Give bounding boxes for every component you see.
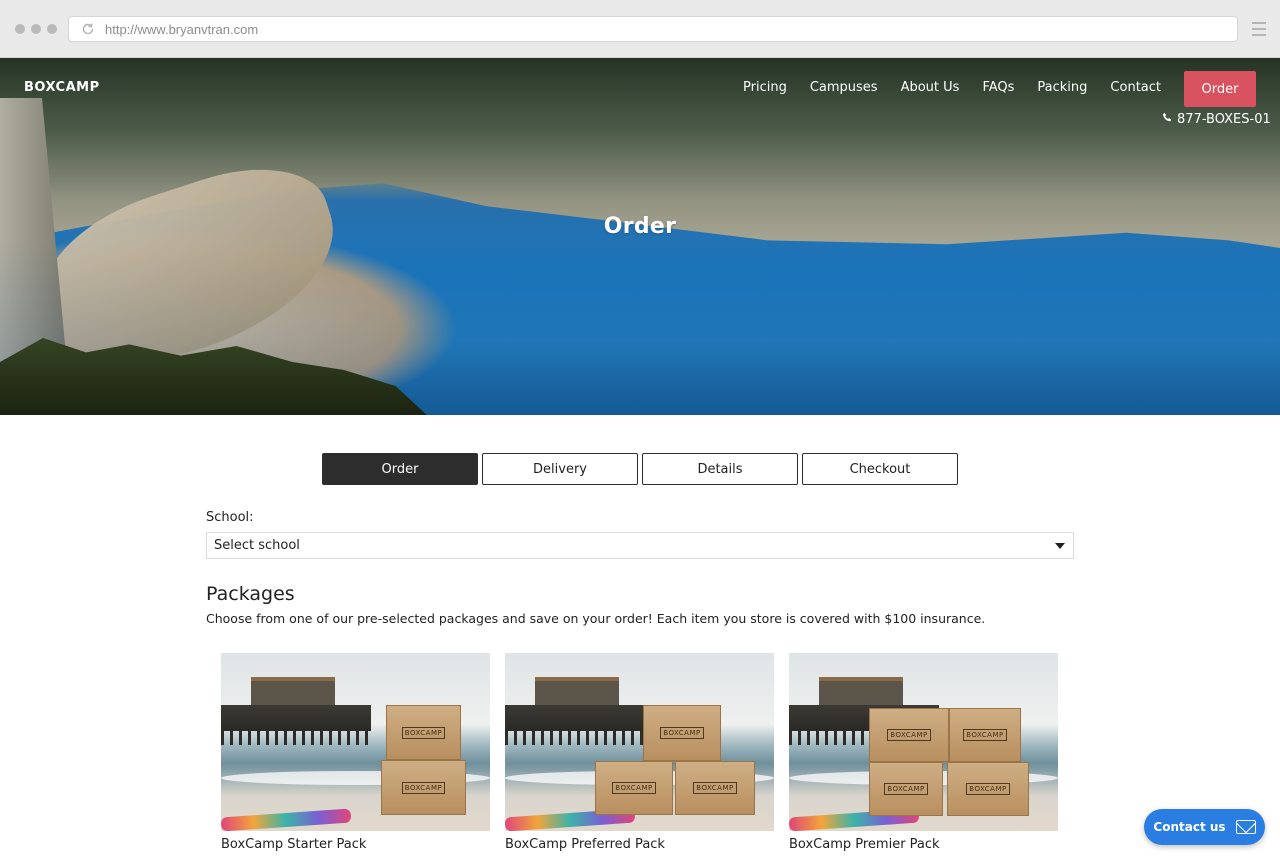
step-delivery[interactable]: Delivery — [482, 453, 638, 485]
package-name[interactable]: BoxCamp Preferred Pack — [505, 837, 774, 852]
order-button[interactable]: Order — [1184, 71, 1256, 107]
package-image[interactable]: BOXCAMP BOXCAMP BOXCAMP — [505, 653, 774, 831]
school-label: School: — [206, 510, 254, 525]
main-nav: Pricing Campuses About Us FAQs Packing C… — [743, 80, 1161, 95]
order-steps: Order Delivery Details Checkout — [322, 453, 958, 485]
package-name[interactable]: BoxCamp Premier Pack — [789, 837, 1058, 852]
packages-description: Choose from one of our pre-selected pack… — [206, 611, 986, 626]
nav-packing[interactable]: Packing — [1037, 80, 1087, 95]
box-label: BOXCAMP — [966, 783, 1010, 795]
box-label: BOXCAMP — [963, 729, 1007, 741]
phone-link[interactable]: 877-BOXES-01 — [1162, 112, 1271, 127]
school-select[interactable]: Select school — [206, 532, 1074, 559]
box-label: BOXCAMP — [660, 727, 704, 739]
window-minimize-dot[interactable] — [31, 24, 41, 34]
box-label: BOXCAMP — [612, 782, 656, 794]
page-title: Order — [603, 214, 677, 239]
box-label: BOXCAMP — [887, 729, 931, 741]
nav-contact[interactable]: Contact — [1110, 80, 1161, 95]
reload-icon[interactable] — [81, 22, 95, 36]
package-cards: BOXCAMP BOXCAMP BoxCamp Starter Pack BOX… — [221, 653, 1058, 852]
chevron-down-icon — [1055, 543, 1065, 549]
contact-us-label: Contact us — [1153, 820, 1226, 834]
hamburger-menu-icon[interactable] — [1252, 22, 1266, 36]
nav-faqs[interactable]: FAQs — [982, 80, 1014, 95]
address-bar[interactable]: http://www.bryanvtran.com — [68, 16, 1238, 42]
package-image[interactable]: BOXCAMP BOXCAMP — [221, 653, 490, 831]
nav-campuses[interactable]: Campuses — [810, 80, 878, 95]
window-close-dot[interactable] — [15, 24, 25, 34]
step-order[interactable]: Order — [322, 453, 478, 485]
package-image[interactable]: BOXCAMP BOXCAMP BOXCAMP BOXCAMP — [789, 653, 1058, 831]
brand-logo[interactable]: BOXCAMP — [24, 80, 100, 95]
window-zoom-dot[interactable] — [47, 24, 57, 34]
contact-us-button[interactable]: Contact us — [1144, 809, 1265, 845]
phone-icon — [1162, 112, 1173, 127]
package-card-premier[interactable]: BOXCAMP BOXCAMP BOXCAMP BOXCAMP BoxCamp … — [789, 653, 1058, 852]
nav-pricing[interactable]: Pricing — [743, 80, 787, 95]
step-checkout[interactable]: Checkout — [802, 453, 958, 485]
nav-about-us[interactable]: About Us — [901, 80, 960, 95]
step-details[interactable]: Details — [642, 453, 798, 485]
package-card-preferred[interactable]: BOXCAMP BOXCAMP BOXCAMP BoxCamp Preferre… — [505, 653, 774, 852]
browser-chrome: http://www.bryanvtran.com — [0, 0, 1280, 58]
package-name[interactable]: BoxCamp Starter Pack — [221, 837, 490, 852]
school-select-value: Select school — [214, 538, 300, 553]
box-label: BOXCAMP — [693, 782, 737, 794]
phone-number[interactable]: 877-BOXES-01 — [1177, 112, 1271, 127]
box-label: BOXCAMP — [401, 781, 446, 794]
window-controls — [15, 24, 57, 34]
mail-icon — [1235, 820, 1256, 834]
box-label: BOXCAMP — [401, 726, 446, 739]
url-text[interactable]: http://www.bryanvtran.com — [105, 22, 258, 37]
package-card-starter[interactable]: BOXCAMP BOXCAMP BoxCamp Starter Pack — [221, 653, 490, 852]
box-label: BOXCAMP — [884, 783, 928, 795]
packages-heading: Packages — [206, 583, 295, 605]
